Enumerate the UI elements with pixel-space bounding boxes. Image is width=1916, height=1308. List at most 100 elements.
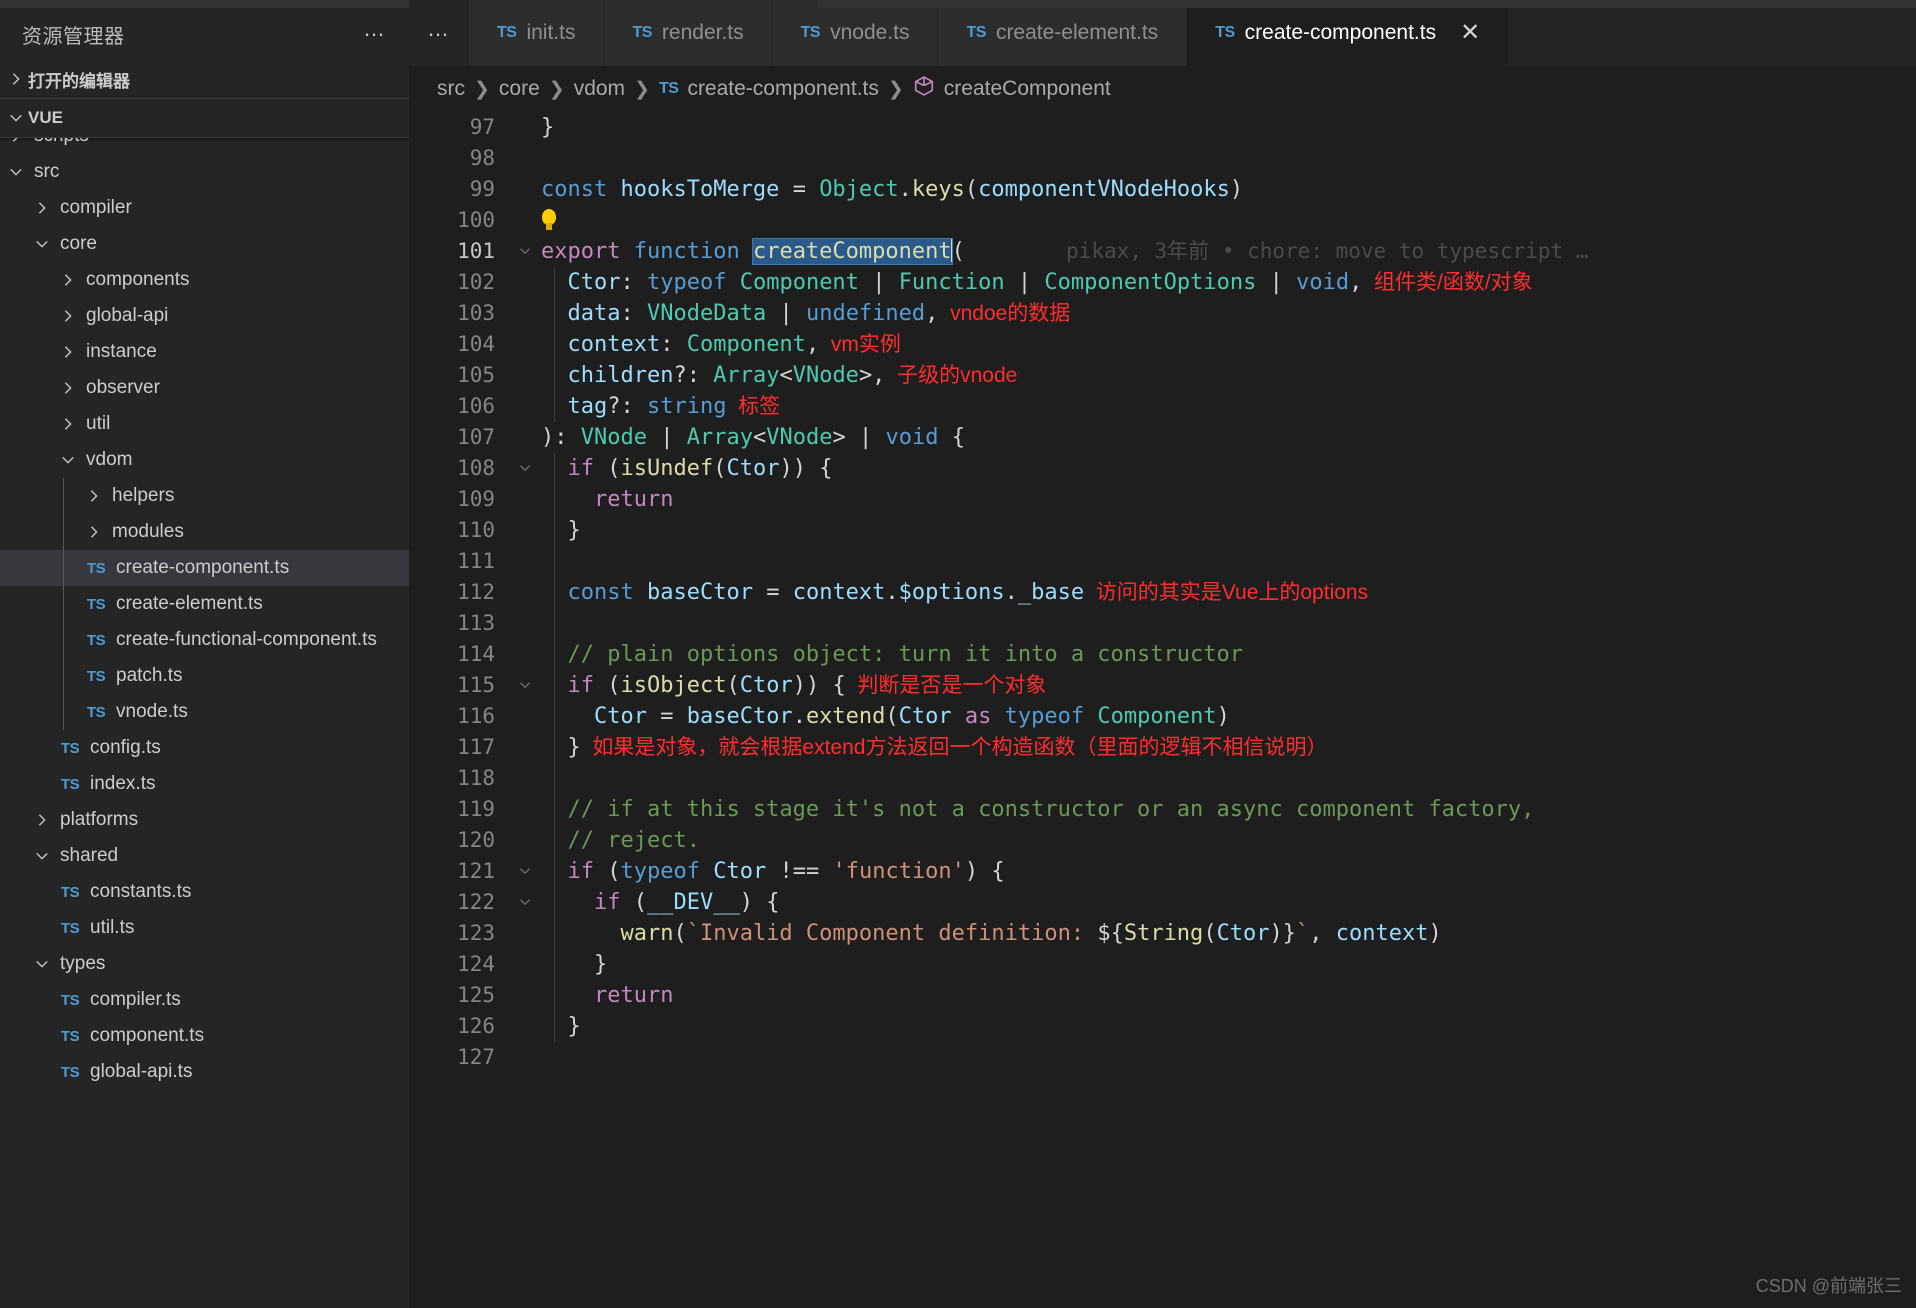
code-line[interactable]: Ctor = baseCtor.extend(Ctor as typeof Co… — [541, 701, 1916, 732]
tree-item-label: scripts — [34, 138, 89, 147]
fold-placeholder — [509, 608, 541, 639]
code-line[interactable]: context: Component, vm实例 — [541, 329, 1916, 360]
code-line[interactable]: if (isUndef(Ctor)) { — [541, 453, 1916, 484]
line-number: 110 — [457, 518, 495, 542]
tree-folder-row[interactable]: components — [0, 262, 409, 298]
tree-file-row[interactable]: TS component.ts — [0, 1018, 409, 1054]
tabs-overflow-icon[interactable]: … — [409, 0, 469, 66]
tree-folder-row[interactable]: platforms — [0, 802, 409, 838]
code-line[interactable]: return — [541, 980, 1916, 1011]
typescript-file-icon: TS — [632, 24, 652, 41]
code-line[interactable]: data: VNodeData | undefined, vndoe的数据 — [541, 298, 1916, 329]
line-number: 127 — [457, 1045, 495, 1069]
tree-item-label: util — [86, 413, 111, 434]
code-editor[interactable]: 97 98 99 100 101 102 103 104 105 106 107 108 109 110 1… — [409, 112, 1916, 1308]
tree-file-row[interactable]: TS util.ts — [0, 910, 409, 946]
code-line[interactable] — [541, 763, 1916, 794]
code-line[interactable]: export function createComponent( pikax, … — [541, 236, 1916, 267]
code-line[interactable]: const baseCtor = context.$options._base … — [541, 577, 1916, 608]
fold-placeholder — [509, 949, 541, 980]
breadcrumb-item[interactable]: src — [437, 77, 465, 101]
chevron-down-icon — [30, 844, 54, 868]
code-line[interactable]: // reject. — [541, 825, 1916, 856]
tree-file-row[interactable]: TS create-element.ts — [0, 586, 409, 622]
code-line[interactable]: // if at this stage it's not a construct… — [541, 794, 1916, 825]
code-line[interactable]: return — [541, 484, 1916, 515]
code-line[interactable]: if (__DEV__) { — [541, 887, 1916, 918]
tree-item-label: src — [34, 161, 60, 182]
chevron-right-icon — [56, 412, 80, 436]
tree-item-label: shared — [60, 845, 119, 866]
tree-folder-row[interactable]: types — [0, 946, 409, 982]
tree-file-row[interactable]: TS index.ts — [0, 766, 409, 802]
tree-folder-row[interactable]: scripts — [0, 138, 409, 154]
code-line[interactable] — [541, 546, 1916, 577]
close-icon[interactable]: ✕ — [1460, 21, 1480, 45]
editor-tab[interactable]: TS render.ts — [604, 0, 773, 66]
breadcrumb-item[interactable]: create-component.ts — [687, 77, 878, 101]
code-line[interactable]: } — [541, 1011, 1916, 1042]
tree-folder-row[interactable]: global-api — [0, 298, 409, 334]
tree-file-row[interactable]: TS global-api.ts — [0, 1054, 409, 1090]
code-line[interactable]: // plain options object: turn it into a … — [541, 639, 1916, 670]
tree-file-row[interactable]: TS compiler.ts — [0, 982, 409, 1018]
tree-folder-row[interactable]: observer — [0, 370, 409, 406]
annotation-text: 如果是对象，就会根据extend方法返回一个构造函数（里面的逻辑不相信说明） — [580, 736, 1328, 759]
fold-chevron-icon[interactable] — [509, 856, 541, 887]
breadcrumb-item[interactable]: vdom — [574, 77, 625, 101]
code-line[interactable]: children?: Array<VNode>, 子级的vnode — [541, 360, 1916, 391]
fold-placeholder — [509, 143, 541, 174]
chevron-down-icon — [4, 106, 28, 130]
tree-folder-row[interactable]: instance — [0, 334, 409, 370]
tree-folder-row[interactable]: util — [0, 406, 409, 442]
code-line[interactable]: tag?: string 标签 — [541, 391, 1916, 422]
code-content[interactable]: } const hooksToMerge = Object.keys(compo… — [541, 112, 1916, 1308]
code-line[interactable]: } — [541, 949, 1916, 980]
fold-chevron-icon[interactable] — [509, 236, 541, 267]
editor-tab[interactable]: TS vnode.ts — [772, 0, 939, 66]
code-line[interactable] — [541, 1042, 1916, 1073]
more-actions-icon[interactable]: … — [363, 18, 387, 44]
code-line[interactable]: if (typeof Ctor !== 'function') { — [541, 856, 1916, 887]
editor-tab[interactable]: TS create-element.ts — [938, 0, 1188, 66]
fold-placeholder — [509, 112, 541, 143]
tree-folder-row[interactable]: shared — [0, 838, 409, 874]
fold-gutter[interactable] — [509, 112, 541, 1308]
tree-folder-row[interactable]: src — [0, 154, 409, 190]
tree-folder-row[interactable]: core — [0, 226, 409, 262]
fold-chevron-icon[interactable] — [509, 670, 541, 701]
tree-folder-row[interactable]: modules — [0, 514, 409, 550]
code-line[interactable]: const hooksToMerge = Object.keys(compone… — [541, 174, 1916, 205]
code-line[interactable]: warn(`Invalid Component definition: ${St… — [541, 918, 1916, 949]
code-line[interactable]: Ctor: typeof Component | Function | Comp… — [541, 267, 1916, 298]
editor-tabbar: … TS init.ts TS render.ts TS vnode.ts TS create… — [409, 0, 1916, 66]
project-section-vue[interactable]: VUE — [0, 98, 409, 138]
tree-file-row[interactable]: TS patch.ts — [0, 658, 409, 694]
tree-file-row[interactable]: TS create-component.ts — [0, 550, 409, 586]
breadcrumb-item[interactable]: createComponent — [944, 77, 1111, 101]
code-line[interactable] — [541, 608, 1916, 639]
fold-chevron-icon[interactable] — [509, 887, 541, 918]
tab-label: vnode.ts — [830, 21, 910, 44]
tree-folder-row[interactable]: compiler — [0, 190, 409, 226]
code-line[interactable] — [541, 143, 1916, 174]
code-line[interactable]: if (isObject(Ctor)) { 判断是否是一个对象 — [541, 670, 1916, 701]
tree-item-label: util.ts — [90, 917, 135, 938]
code-line[interactable]: } 如果是对象，就会根据extend方法返回一个构造函数（里面的逻辑不相信说明） — [541, 732, 1916, 763]
tree-file-row[interactable]: TS create-functional-component.ts — [0, 622, 409, 658]
editor-tab[interactable]: TS create-component.ts ✕ — [1187, 0, 1510, 66]
tree-folder-row[interactable]: helpers — [0, 478, 409, 514]
editor-tab[interactable]: TS init.ts — [469, 0, 605, 66]
tree-folder-row[interactable]: vdom — [0, 442, 409, 478]
fold-chevron-icon[interactable] — [509, 453, 541, 484]
tree-file-row[interactable]: TS vnode.ts — [0, 694, 409, 730]
tree-file-row[interactable]: TS constants.ts — [0, 874, 409, 910]
line-number: 104 — [457, 332, 495, 356]
breadcrumb-item[interactable]: core — [499, 77, 540, 101]
tree-file-row[interactable]: TS config.ts — [0, 730, 409, 766]
code-line[interactable]: } — [541, 112, 1916, 143]
code-line[interactable]: ): VNode | Array<VNode> | void { — [541, 422, 1916, 453]
code-line[interactable] — [541, 205, 1916, 236]
open-editors-section[interactable]: 打开的编辑器 — [0, 60, 409, 98]
code-line[interactable]: } — [541, 515, 1916, 546]
